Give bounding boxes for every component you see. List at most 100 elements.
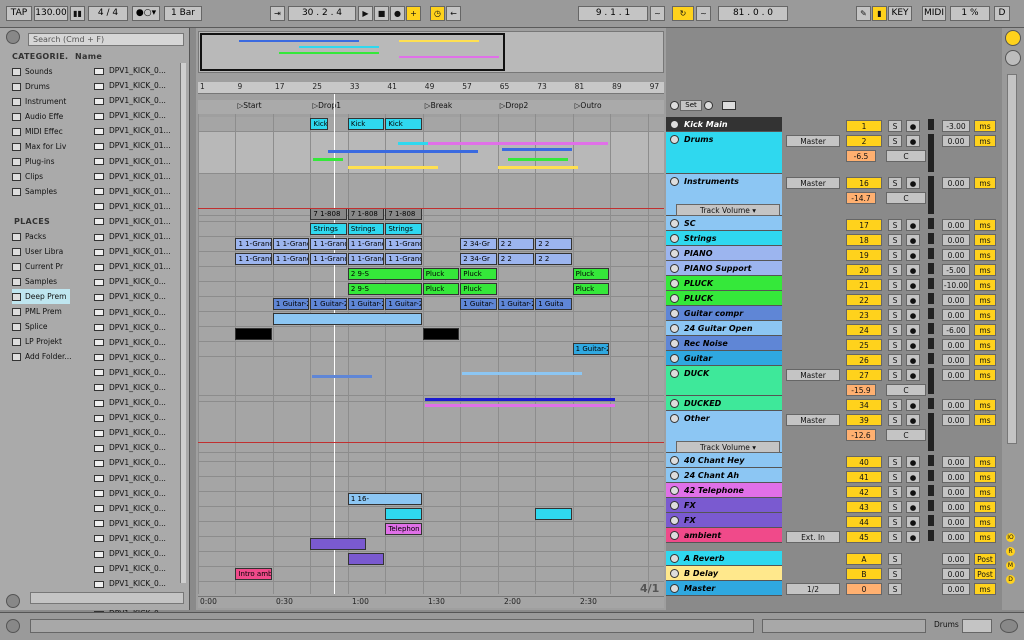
arrangement-clip[interactable] [272,313,422,325]
place-item[interactable]: Current Pr [12,259,72,274]
arrangement-clip[interactable] [235,328,272,340]
send-volume-field[interactable]: -10.00 [942,279,970,291]
track-fold-icon[interactable] [670,219,679,228]
track-activator[interactable]: 1 [846,120,882,132]
solo-button[interactable]: S [888,354,902,366]
output-routing-select[interactable]: Master [786,414,840,426]
place-item[interactable]: PML Prem [12,304,72,319]
arrangement-clip[interactable]: 1 Guitar-2 [310,298,347,310]
track-header[interactable]: PIANO Support [666,261,782,276]
group-lane[interactable] [198,366,664,396]
track-header[interactable]: Guitar [666,351,782,366]
solo-button[interactable]: S [888,120,902,132]
prev-locator-icon[interactable] [670,101,679,110]
locator[interactable]: ▷Drop1 [312,101,341,110]
track-activator[interactable]: 22 [846,294,882,306]
loop-length-field[interactable]: 81 . 0 . 0 [718,6,788,21]
delay-unit-toggle[interactable]: ms [974,456,996,468]
track-header[interactable]: Rec Noise [666,336,782,351]
key-map-button[interactable]: KEY [888,6,912,21]
search-input[interactable]: Search (Cmd + F) [28,33,184,46]
file-item[interactable]: DPV1_KICK_01... [94,229,180,244]
track-activator[interactable]: 17 [846,219,882,231]
send-volume-field[interactable]: 0.00 [942,583,970,595]
stop-icon[interactable]: ■ [374,6,389,21]
send-volume-field[interactable]: 0.00 [942,456,970,468]
track-header[interactable]: FX [666,513,782,528]
send-volume-field[interactable]: 0.00 [942,516,970,528]
arrangement-clip[interactable]: Intro amb [235,568,272,580]
arm-button[interactable]: ● [906,354,920,366]
solo-button[interactable]: S [888,568,902,580]
delay-unit-toggle[interactable]: ms [974,501,996,513]
place-item[interactable]: Deep Prem [12,289,70,304]
arrangement-clip[interactable]: 1 1-Grand [235,238,272,250]
track-activator[interactable]: B [846,568,882,580]
pan-knob[interactable]: C [886,384,926,396]
track-header[interactable]: DUCKED [666,396,782,411]
arrangement-overview[interactable] [198,31,664,73]
send-volume-field[interactable]: 0.00 [942,486,970,498]
track-fold-icon[interactable] [670,249,679,258]
loop-start-field[interactable]: 9 . 1 . 1 [578,6,648,21]
arrangement-clip[interactable]: Kick [385,118,422,130]
arrangement-clip[interactable]: 1 1-Grand [272,253,310,265]
arm-button[interactable]: ● [906,120,920,132]
delay-unit-toggle[interactable]: ms [974,234,996,246]
send-volume-field[interactable]: 0.00 [942,219,970,231]
arrangement-clip[interactable]: 1 1-Grand [385,253,422,265]
send-volume-field[interactable]: 0.00 [942,399,970,411]
arm-button[interactable]: ● [906,234,920,246]
arm-button[interactable]: ● [906,456,920,468]
track-header[interactable]: PLUCK [666,291,782,306]
arm-button[interactable]: ● [906,219,920,231]
delay-unit-toggle[interactable]: ms [974,120,996,132]
locator[interactable]: ▷Drop2 [500,101,529,110]
delay-unit-toggle[interactable]: ms [974,135,996,147]
post-toggle[interactable]: Post [974,568,996,580]
file-item[interactable]: DPV1_KICK_0... [94,425,180,440]
track-activator[interactable]: 24 [846,324,882,336]
punch-out-icon[interactable]: ~ [696,6,711,21]
file-item[interactable]: DPV1_KICK_0... [94,365,180,380]
file-item[interactable]: DPV1_KICK_01... [94,244,180,259]
arm-button[interactable]: ● [906,249,920,261]
arrangement-clip[interactable]: 2 2 [535,238,572,250]
track-volume-field[interactable]: -6.5 [846,150,876,162]
send-volume-field[interactable]: 0.00 [942,339,970,351]
file-item[interactable]: DPV1_KICK_0... [94,335,180,350]
file-item[interactable]: DPV1_KICK_0... [94,63,180,78]
solo-button[interactable]: S [888,339,902,351]
send-volume-field[interactable]: 0.00 [942,354,970,366]
delay-unit-toggle[interactable]: ms [974,354,996,366]
locator-lane[interactable]: ▷Start ▷Drop1 ▷Break ▷Drop2 ▷Outro [198,100,664,114]
category-item[interactable]: Drums [12,79,72,94]
arrangement-clip[interactable]: 7 1-808 [310,208,347,220]
file-item[interactable]: DPV1_KICK_0... [94,274,180,289]
category-item[interactable]: MIDI Effec [12,124,72,139]
loop-switch-icon[interactable]: ↻ [672,6,694,21]
track-header[interactable]: Guitar compr [666,306,782,321]
file-item[interactable]: DPV1_KICK_0... [94,380,180,395]
arm-button[interactable]: ● [906,294,920,306]
session-toggle-icon[interactable] [1005,50,1021,66]
send-volume-field[interactable]: 0.00 [942,501,970,513]
arm-button[interactable]: ● [906,486,920,498]
track-lane[interactable] [198,117,664,132]
place-item[interactable]: Splice [12,319,72,334]
file-item[interactable]: DPV1_KICK_0... [94,531,180,546]
track-fold-icon[interactable] [670,279,679,288]
delay-unit-toggle[interactable]: ms [974,369,996,381]
send-volume-field[interactable]: -6.00 [942,324,970,336]
arrangement-clip[interactable] [385,508,422,520]
track-header[interactable]: 42 Telephone [666,483,782,498]
send-volume-field[interactable]: 0.00 [942,471,970,483]
meter-field[interactable]: 4 / 4 [88,6,128,21]
solo-button[interactable]: S [888,264,902,276]
tempo-field[interactable]: 130.00 [34,6,68,21]
position-field[interactable]: 30 . 2 . 4 [288,6,356,21]
track-header[interactable]: SC [666,216,782,231]
send-volume-field[interactable]: 0.00 [942,249,970,261]
arrangement-clip[interactable]: 2 2 [535,253,572,265]
arm-button[interactable]: ● [906,135,920,147]
